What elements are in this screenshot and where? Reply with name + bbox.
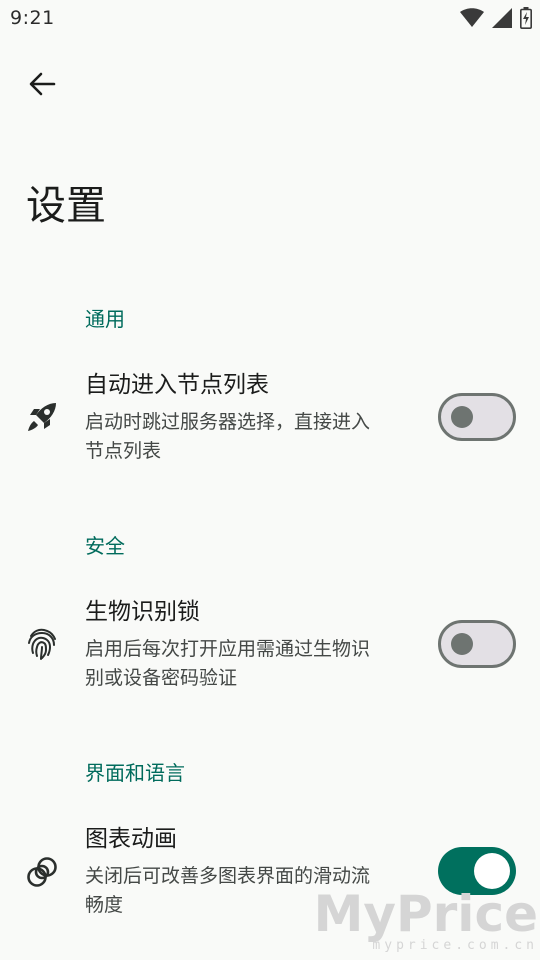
section-header-general: 通用 (85, 307, 125, 331)
page-title: 设置 (26, 183, 106, 229)
description-line: 启用后每次打开应用需通过生物识 (85, 638, 371, 660)
section-header-interface-language: 界面和语言 (85, 761, 185, 785)
status-icons (460, 7, 532, 29)
toggle-knob (474, 853, 510, 889)
watermark: MyPrice myprice.com.cn (314, 888, 538, 953)
auto-enter-toggle[interactable] (438, 393, 516, 441)
arrow-back-icon (28, 70, 56, 102)
settings-screen: 9:21 设置 通用 自动进入节点列表 启动时跳过服务器选择，直接进入 节点列表… (0, 0, 540, 960)
setting-description: 启用后每次打开应用需通过生物识 别或设备密码验证 (85, 635, 415, 693)
setting-title: 生物识别锁 (85, 599, 200, 625)
toggle-knob (451, 633, 473, 655)
battery-icon (520, 7, 532, 29)
biometric-lock-toggle[interactable] (438, 620, 516, 668)
description-line: 别或设备密码验证 (85, 667, 238, 689)
setting-description: 启动时跳过服务器选择，直接进入 节点列表 (85, 408, 415, 466)
wifi-icon (460, 8, 484, 28)
setting-title: 图表动画 (85, 826, 177, 852)
setting-biometric-lock[interactable]: 生物识别锁 启用后每次打开应用需通过生物识 别或设备密码验证 (0, 587, 540, 697)
back-button[interactable] (20, 64, 64, 108)
rocket-icon (24, 399, 60, 435)
status-time: 9:21 (10, 7, 55, 29)
signal-icon (492, 8, 512, 28)
status-bar: 9:21 (0, 0, 540, 36)
fingerprint-icon (24, 625, 60, 661)
description-line: 节点列表 (85, 440, 162, 462)
watermark-logo: MyPrice (313, 885, 538, 943)
setting-auto-enter-node-list[interactable]: 自动进入节点列表 启动时跳过服务器选择，直接进入 节点列表 (0, 360, 540, 470)
setting-title: 自动进入节点列表 (85, 372, 269, 398)
toggle-knob (451, 406, 473, 428)
chart-animation-icon (24, 854, 60, 890)
description-line: 启动时跳过服务器选择，直接进入 (85, 411, 371, 433)
section-header-security: 安全 (85, 534, 125, 558)
